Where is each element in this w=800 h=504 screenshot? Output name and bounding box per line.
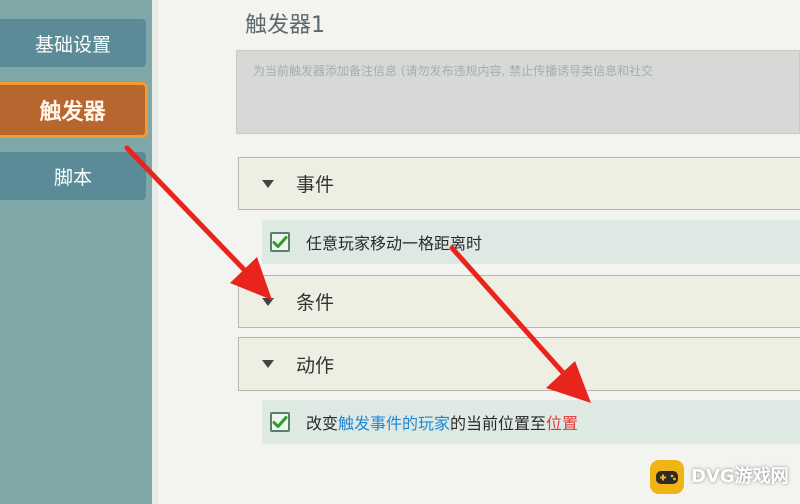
sidebar-item-script[interactable]: 脚本 xyxy=(0,150,148,202)
remark-placeholder: 为当前触发器添加备注信息 (请勿发布违规内容, 禁止传播诱导类信息和社交 xyxy=(253,64,654,78)
section-action-header[interactable]: 动作 xyxy=(238,337,800,391)
sidebar-item-trigger[interactable]: 触发器 xyxy=(0,82,148,138)
sidebar: 基础设置 触发器 脚本 xyxy=(0,0,152,504)
checkbox-checked-icon[interactable] xyxy=(270,412,290,432)
caret-down-icon xyxy=(262,179,274,188)
caret-down-icon xyxy=(262,360,274,368)
gamepad-logo-icon xyxy=(650,460,684,494)
event-item[interactable]: 任意玩家移动一格距离时 xyxy=(262,220,800,264)
event-item-text: 任意玩家移动一格距离时 xyxy=(306,234,483,253)
watermark: DVG游戏网 xyxy=(650,458,792,496)
action-text-middle: 的当前位置至 xyxy=(450,414,547,433)
section-event-header[interactable]: 事件 xyxy=(238,157,800,210)
action-item[interactable]: 改变触发事件的玩家的当前位置至位置 xyxy=(262,400,800,444)
section-condition-label: 条件 xyxy=(296,292,335,314)
sidebar-item-basic-settings[interactable]: 基础设置 xyxy=(0,17,148,69)
checkbox-checked-icon[interactable] xyxy=(270,232,290,252)
watermark-text: DVG游戏网 xyxy=(691,466,789,487)
section-event-label: 事件 xyxy=(296,174,335,196)
remark-textarea[interactable]: 为当前触发器添加备注信息 (请勿发布违规内容, 禁止传播诱导类信息和社交 xyxy=(236,50,800,134)
action-item-text: 改变触发事件的玩家的当前位置至位置 xyxy=(306,410,578,434)
checkmark-icon xyxy=(272,236,288,248)
action-text-verb: 改变 xyxy=(306,414,339,433)
action-param-trigger-player[interactable]: 触发事件的玩家 xyxy=(338,414,450,433)
page-title: 触发器1 xyxy=(245,13,325,38)
checkmark-icon xyxy=(272,416,288,428)
section-action-label: 动作 xyxy=(296,354,335,377)
caret-down-icon xyxy=(262,297,274,306)
section-condition-header[interactable]: 条件 xyxy=(238,275,800,328)
action-param-position[interactable]: 位置 xyxy=(546,414,578,433)
